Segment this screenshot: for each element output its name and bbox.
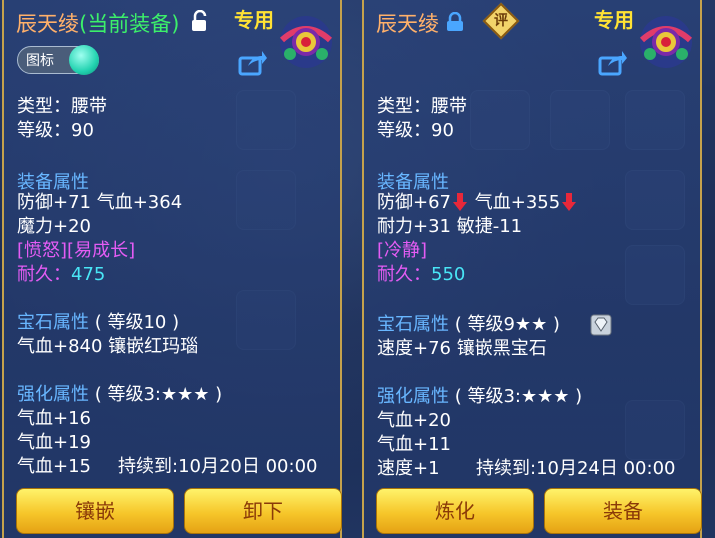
enhance-line: 气血+11: [377, 434, 451, 455]
inlay-button[interactable]: 镶嵌: [16, 488, 174, 534]
decrease-arrow-icon: [453, 193, 467, 211]
item-level: 等级：90: [17, 120, 94, 141]
gem-header: 宝石属性 ( 等级9★★ ): [377, 314, 560, 335]
item-type: 类型：腰带: [377, 96, 467, 117]
durability: 耐久：475: [17, 264, 106, 285]
exclusive-label: 专用: [234, 8, 274, 32]
attr-title: 装备属性: [17, 172, 89, 193]
attr-title: 装备属性: [377, 172, 449, 193]
lock-icon[interactable]: [446, 12, 464, 32]
item-type: 类型：腰带: [17, 96, 107, 117]
compare-item-panel: 辰天绫 评 专用 类型：腰带 等级：90 装备属性 防御+67 气血+355 耐…: [362, 0, 702, 538]
equipped-item-panel: 辰天绫(当前装备) 专用 图标 类型：腰带 等级：90 装备属性 防御+71 气…: [2, 0, 342, 538]
gem-line: 速度+76 镶嵌黑宝石: [377, 338, 547, 359]
exclusive-label: 专用: [594, 8, 634, 32]
evaluate-badge-text: 评: [494, 13, 508, 29]
expire-time: 持续到:10月20日 00:00: [118, 456, 318, 477]
unequip-button[interactable]: 卸下: [184, 488, 342, 534]
enhance-line: 气血+15: [17, 456, 91, 477]
enhance-line: 气血+19: [17, 432, 91, 453]
equip-button[interactable]: 装备: [544, 488, 702, 534]
enhance-line: 速度+1: [377, 458, 440, 479]
special-effects: [冷静]: [377, 240, 428, 261]
attr-line: 耐力+31 敏捷-11: [377, 216, 523, 237]
decrease-arrow-icon: [562, 193, 577, 211]
enhance-line: 气血+20: [377, 410, 451, 431]
toggle-knob: [69, 45, 99, 75]
item-level: 等级：90: [377, 120, 454, 141]
attr-line: 防御+67 气血+355: [377, 192, 578, 214]
share-icon[interactable]: [598, 50, 628, 76]
enhance-header: 强化属性 ( 等级3:★★★ ): [377, 386, 583, 407]
enhance-header: 强化属性 ( 等级3:★★★ ): [17, 384, 223, 405]
durability: 耐久：550: [377, 264, 466, 285]
icon-toggle[interactable]: 图标: [17, 45, 99, 75]
gem-line: 气血+840 镶嵌红玛瑙: [17, 336, 199, 357]
gem-header: 宝石属性 ( 等级10 ): [17, 312, 180, 333]
item-name: 辰天绫: [376, 12, 439, 36]
belt-item-icon: [639, 16, 693, 68]
gem-icon: [590, 314, 612, 336]
belt-item-icon: [279, 16, 333, 68]
unlock-icon[interactable]: [190, 10, 210, 32]
refine-button[interactable]: 炼化: [376, 488, 534, 534]
item-name: 辰天绫(当前装备): [16, 12, 180, 36]
special-effects: [愤怒][易成长]: [17, 240, 136, 261]
attr-line: 防御+71 气血+364: [17, 192, 183, 213]
toggle-label: 图标: [26, 53, 54, 69]
attr-line: 魔力+20: [17, 216, 91, 237]
share-icon[interactable]: [238, 50, 268, 76]
enhance-line: 气血+16: [17, 408, 91, 429]
expire-time: 持续到:10月24日 00:00: [476, 458, 676, 479]
